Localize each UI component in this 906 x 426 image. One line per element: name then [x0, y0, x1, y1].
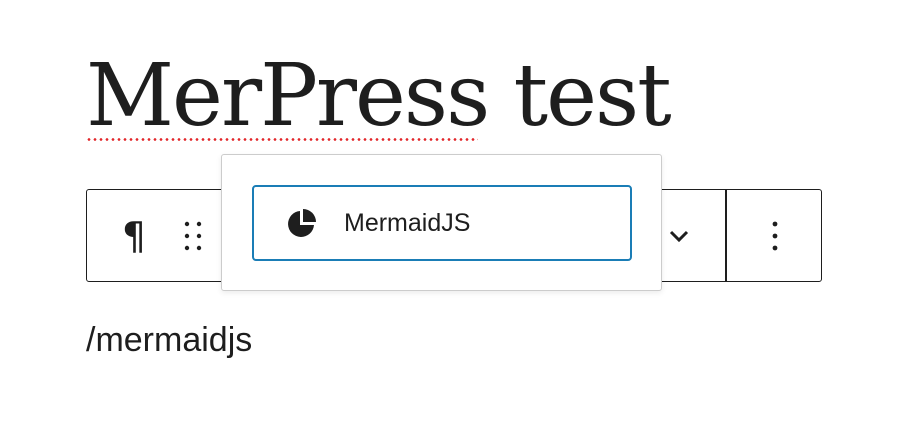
paragraph-block-button[interactable]: ¶	[109, 190, 159, 281]
pie-chart-icon	[286, 207, 318, 239]
autocomplete-option-label: MermaidJS	[344, 208, 471, 237]
toolbar-divider	[725, 190, 727, 281]
block-autocomplete-popover: MermaidJS	[221, 154, 662, 291]
post-title[interactable]: MerPress test	[86, 44, 672, 148]
spellcheck-underline	[86, 138, 478, 141]
drag-handle-icon	[184, 221, 202, 250]
chevron-down-icon	[669, 230, 689, 242]
more-vertical-icon	[772, 221, 778, 250]
more-options-button[interactable]	[747, 190, 803, 281]
pilcrow-icon: ¶	[121, 213, 147, 258]
drag-handle-button[interactable]	[173, 190, 213, 281]
editor-canvas: MerPress test ¶ MermaidJS /mermaidjs	[0, 0, 906, 426]
paragraph-block[interactable]: /mermaidjs	[86, 318, 252, 362]
autocomplete-option-mermaidjs[interactable]: MermaidJS	[252, 185, 632, 261]
